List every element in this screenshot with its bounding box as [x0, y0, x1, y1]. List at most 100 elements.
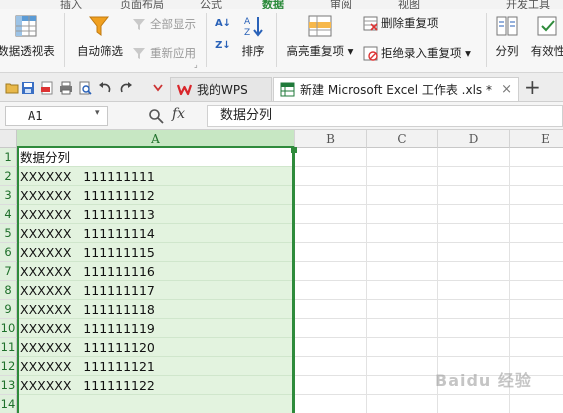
cell-c[interactable]	[367, 224, 438, 243]
cell-b[interactable]	[295, 338, 367, 357]
cell-d[interactable]	[438, 262, 510, 281]
cell-d[interactable]	[438, 338, 510, 357]
text-to-columns-button[interactable]: 分列	[492, 13, 522, 59]
cell-b[interactable]	[295, 262, 367, 281]
cell-d[interactable]	[438, 395, 510, 413]
tab-insert[interactable]: 插入	[60, 0, 82, 9]
print-icon[interactable]	[58, 80, 73, 95]
cell-c[interactable]	[367, 300, 438, 319]
sort-button[interactable]: AZ 排序	[236, 13, 270, 59]
cell-c[interactable]	[367, 262, 438, 281]
cell-d[interactable]	[438, 319, 510, 338]
fill-handle[interactable]	[291, 147, 297, 153]
cell-c[interactable]	[367, 281, 438, 300]
cell-c[interactable]	[367, 167, 438, 186]
cell-e[interactable]	[510, 300, 563, 319]
cell-a[interactable]: XXXXXX 111111112	[17, 186, 295, 205]
row-header[interactable]: 5	[0, 224, 17, 243]
cell-b[interactable]	[295, 300, 367, 319]
row-header[interactable]: 10	[0, 319, 17, 338]
cell-d[interactable]	[438, 167, 510, 186]
cell-b[interactable]	[295, 186, 367, 205]
cell-d[interactable]	[438, 205, 510, 224]
cell-b[interactable]	[295, 395, 367, 413]
row-header[interactable]: 9	[0, 300, 17, 319]
cell-c[interactable]	[367, 186, 438, 205]
cell-c[interactable]	[367, 376, 438, 395]
cell-c[interactable]	[367, 395, 438, 413]
column-header-a[interactable]: A	[17, 130, 295, 148]
row-header[interactable]: 6	[0, 243, 17, 262]
reject-duplicates-button[interactable]: 拒绝录入重复项 ▾	[362, 45, 471, 61]
cell-a[interactable]: XXXXXX 111111120	[17, 338, 295, 357]
tab-review[interactable]: 审阅	[330, 0, 352, 9]
cell-b[interactable]	[295, 148, 367, 167]
folder-open-icon[interactable]	[4, 80, 19, 95]
customize-toolbar-icon[interactable]	[150, 80, 165, 95]
export-pdf-icon[interactable]	[39, 80, 54, 95]
cell-c[interactable]	[367, 319, 438, 338]
name-box-dropdown-icon[interactable]: ▾	[95, 108, 100, 118]
cell-c[interactable]	[367, 338, 438, 357]
row-header[interactable]: 4	[0, 205, 17, 224]
auto-filter-button[interactable]: 自动筛选	[72, 13, 128, 59]
cell-c[interactable]	[367, 357, 438, 376]
row-header[interactable]: 12	[0, 357, 17, 376]
row-header[interactable]: 2	[0, 167, 17, 186]
cell-a[interactable]: XXXXXX 111111119	[17, 319, 295, 338]
reapply-button[interactable]: 重新应用	[131, 45, 196, 61]
cell-c[interactable]	[367, 243, 438, 262]
row-header[interactable]: 14	[0, 395, 17, 413]
close-tab-icon[interactable]: ×	[501, 82, 512, 97]
cell-e[interactable]	[510, 262, 563, 281]
column-header-b[interactable]: B	[295, 130, 367, 148]
column-header-e[interactable]: E	[510, 130, 563, 148]
print-preview-icon[interactable]	[77, 80, 92, 95]
cell-a[interactable]: XXXXXX 111111122	[17, 376, 295, 395]
cell-e[interactable]	[510, 186, 563, 205]
cell-d[interactable]	[438, 186, 510, 205]
cell-d[interactable]	[438, 243, 510, 262]
column-header-d[interactable]: D	[438, 130, 510, 148]
cell-a[interactable]: XXXXXX 111111114	[17, 224, 295, 243]
tab-formula[interactable]: 公式	[200, 0, 222, 9]
validation-button[interactable]: 有效性	[528, 13, 563, 59]
highlight-duplicates-button[interactable]: 高亮重复项 ▾	[280, 13, 360, 59]
cell-b[interactable]	[295, 224, 367, 243]
select-all-corner[interactable]	[0, 130, 17, 148]
cell-e[interactable]	[510, 167, 563, 186]
cell-c[interactable]	[367, 148, 438, 167]
row-header[interactable]: 13	[0, 376, 17, 395]
cell-e[interactable]	[510, 319, 563, 338]
filter-dialog-launcher-icon[interactable]: ⌟	[194, 60, 198, 69]
remove-duplicates-button[interactable]: 删除重复项	[362, 15, 439, 31]
cell-b[interactable]	[295, 167, 367, 186]
tab-data[interactable]: 数据	[262, 0, 284, 9]
cell-a[interactable]: 数据分列	[17, 148, 295, 167]
cell-e[interactable]	[510, 148, 563, 167]
pivot-table-button[interactable]: 数据透视表	[0, 13, 58, 59]
cell-c[interactable]	[367, 205, 438, 224]
insert-function-icon[interactable]: fx	[172, 106, 185, 122]
row-header[interactable]: 11	[0, 338, 17, 357]
cell-d[interactable]	[438, 300, 510, 319]
redo-icon[interactable]	[118, 80, 133, 95]
show-all-button[interactable]: 全部显示	[131, 16, 196, 32]
name-box[interactable]: A1	[5, 106, 108, 126]
tab-excel-document[interactable]: 新建 Microsoft Excel 工作表 .xls * ×	[273, 77, 519, 101]
cell-a[interactable]: XXXXXX 111111111	[17, 167, 295, 186]
tab-layout[interactable]: 页面布局	[120, 0, 164, 9]
column-header-c[interactable]: C	[367, 130, 438, 148]
save-icon[interactable]	[20, 80, 35, 95]
row-header[interactable]: 8	[0, 281, 17, 300]
cell-a[interactable]: XXXXXX 111111121	[17, 357, 295, 376]
cell-e[interactable]	[510, 205, 563, 224]
cell-a[interactable]: XXXXXX 111111113	[17, 205, 295, 224]
cell-e[interactable]	[510, 395, 563, 413]
row-header[interactable]: 3	[0, 186, 17, 205]
cell-b[interactable]	[295, 205, 367, 224]
tab-dev[interactable]: 开发工具	[506, 0, 550, 9]
undo-icon[interactable]	[97, 80, 112, 95]
sort-descending-icon[interactable]: Z↓	[214, 36, 232, 54]
cell-e[interactable]	[510, 281, 563, 300]
